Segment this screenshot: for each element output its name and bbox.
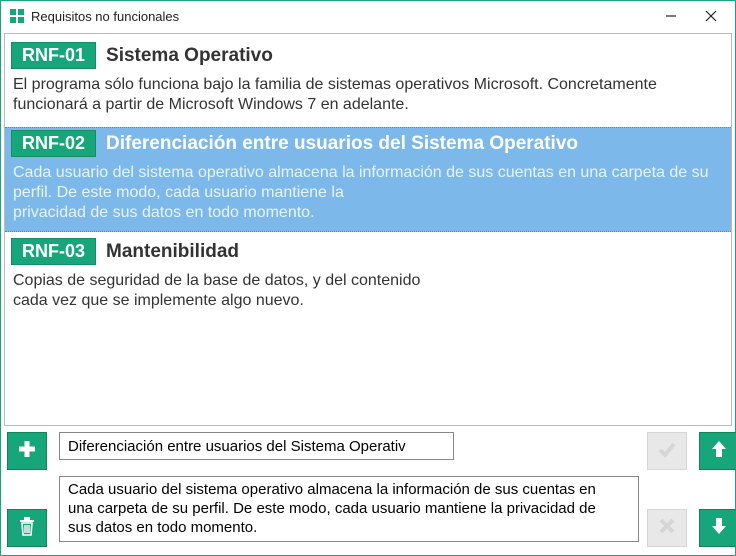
body-textarea[interactable] bbox=[59, 476, 639, 542]
req-title: Mantenibilidad bbox=[106, 241, 239, 263]
plus-icon bbox=[16, 438, 38, 465]
req-body: El programa sólo funciona bajo la famili… bbox=[5, 71, 731, 123]
arrow-up-icon bbox=[710, 439, 728, 464]
move-up-button[interactable] bbox=[699, 432, 736, 470]
req-body: Cada usuario del sistema operativo almac… bbox=[5, 159, 731, 232]
trash-icon bbox=[17, 515, 37, 542]
req-title: Diferenciación entre usuarios del Sistem… bbox=[106, 133, 578, 155]
req-id-tag: RNF-02 bbox=[11, 130, 96, 157]
req-id-tag: RNF-01 bbox=[11, 42, 96, 69]
title-input[interactable] bbox=[59, 432, 454, 460]
minimize-button[interactable] bbox=[651, 2, 691, 30]
check-icon bbox=[657, 439, 677, 464]
req-body: Copias de seguridad de la base de datos,… bbox=[5, 267, 731, 319]
x-icon bbox=[658, 517, 676, 540]
arrow-down-icon bbox=[710, 516, 728, 541]
window-title: Requisitos no funcionales bbox=[31, 9, 179, 24]
req-title: Sistema Operativo bbox=[106, 45, 273, 67]
list-item[interactable]: RNF-01 Sistema Operativo El programa sól… bbox=[5, 40, 731, 123]
app-window: Requisitos no funcionales RNF-01 Sistema… bbox=[0, 0, 736, 556]
editor-toolbar bbox=[1, 426, 735, 555]
list-item[interactable]: RNF-02 Diferenciación entre usuarios del… bbox=[5, 127, 731, 232]
req-id-tag: RNF-03 bbox=[11, 238, 96, 265]
list-item[interactable]: RNF-03 Mantenibilidad Copias de segurida… bbox=[5, 236, 731, 319]
close-button[interactable] bbox=[691, 2, 731, 30]
requirements-list[interactable]: RNF-01 Sistema Operativo El programa sól… bbox=[4, 33, 732, 426]
delete-button[interactable] bbox=[7, 509, 47, 547]
cancel-button[interactable] bbox=[647, 509, 687, 547]
app-icon bbox=[9, 8, 25, 24]
titlebar: Requisitos no funcionales bbox=[1, 1, 735, 31]
move-down-button[interactable] bbox=[699, 509, 736, 547]
add-button[interactable] bbox=[7, 432, 47, 470]
confirm-button[interactable] bbox=[647, 432, 687, 470]
